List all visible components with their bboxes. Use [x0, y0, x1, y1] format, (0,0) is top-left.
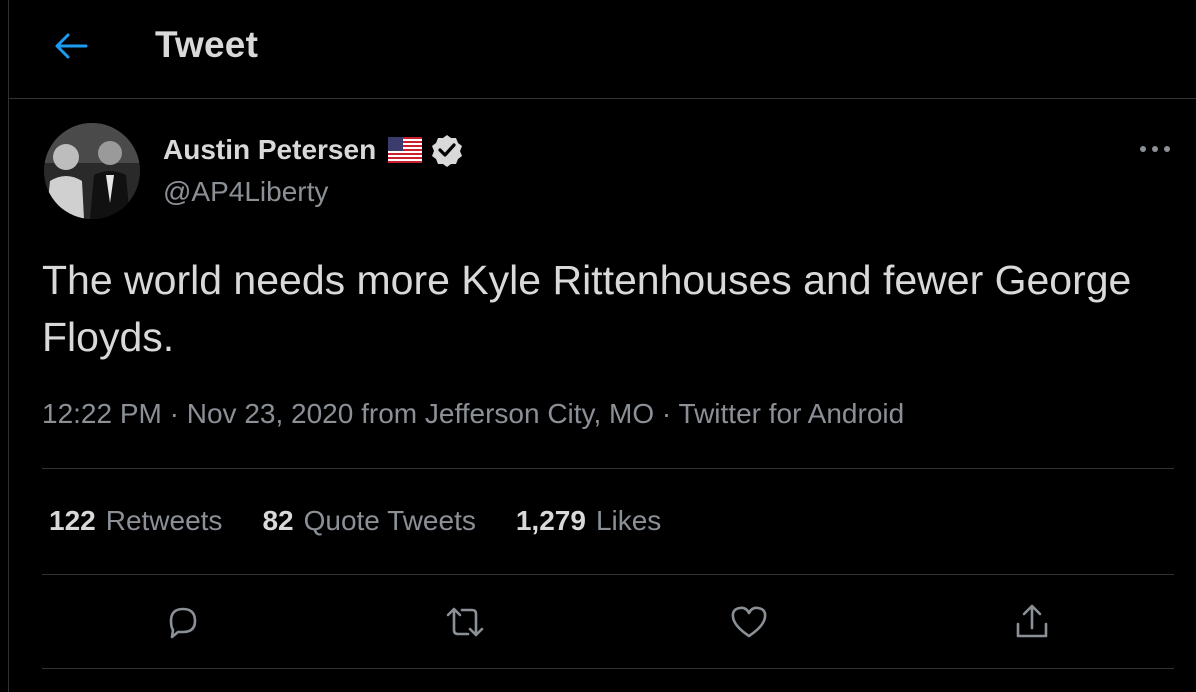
tweet-source[interactable]: Twitter for Android: [679, 398, 905, 429]
arrow-left-icon: [55, 33, 88, 59]
tweet-date[interactable]: Nov 23, 2020: [187, 398, 354, 429]
verified-badge-icon: [432, 135, 463, 167]
like-icon: [731, 606, 767, 638]
divider: [42, 574, 1174, 575]
tweet-location[interactable]: Jefferson City, MO: [425, 398, 654, 429]
quotes-count: 82: [262, 505, 294, 536]
author-name-text: Austin Petersen: [163, 134, 377, 165]
retweets-count: 122: [49, 505, 96, 536]
share-button[interactable]: [1010, 600, 1054, 644]
meta-separator: ·: [169, 398, 179, 429]
divider: [42, 668, 1174, 669]
us-flag-icon: [388, 137, 423, 163]
retweets-label: Retweets: [105, 505, 223, 536]
tweet-text: The world needs more Kyle Rittenhouses a…: [42, 257, 1132, 360]
tweet-meta: 12:22 PM · Nov 23, 2020 from Jefferson C…: [42, 398, 904, 430]
quote-tweets-stat[interactable]: 82 Quote Tweets: [262, 505, 475, 537]
more-dots-icon: [1140, 146, 1170, 152]
meta-separator-2: ·: [661, 398, 672, 429]
reply-button[interactable]: [161, 600, 205, 644]
retweet-icon: [446, 607, 484, 637]
retweet-button[interactable]: [443, 600, 487, 644]
avatar[interactable]: [44, 123, 140, 219]
likes-label: Likes: [595, 505, 662, 536]
tweet-page: Tweet Austin Petersen @AP4Liberty The wo…: [8, 0, 1196, 692]
author-name[interactable]: Austin Petersen: [163, 133, 464, 167]
quotes-label: Quote Tweets: [303, 505, 476, 536]
likes-stat[interactable]: 1,279 Likes: [516, 505, 661, 537]
page-title: Tweet: [155, 24, 259, 65]
retweets-stat[interactable]: 122 Retweets: [49, 505, 222, 537]
header: Tweet: [9, 0, 1196, 99]
likes-count: 1,279: [515, 505, 586, 536]
reply-icon: [169, 607, 197, 639]
back-button[interactable]: [49, 26, 93, 66]
tweet-time[interactable]: 12:22 PM: [42, 398, 162, 429]
engagement-stats: 122 Retweets 82 Quote Tweets 1,279 Likes: [49, 505, 701, 537]
more-options-button[interactable]: [1135, 134, 1175, 164]
like-button[interactable]: [727, 600, 771, 644]
share-icon: [1016, 604, 1048, 638]
location-prefix: from: [361, 398, 418, 429]
divider: [42, 468, 1174, 469]
author-handle[interactable]: @AP4Liberty: [163, 176, 328, 208]
